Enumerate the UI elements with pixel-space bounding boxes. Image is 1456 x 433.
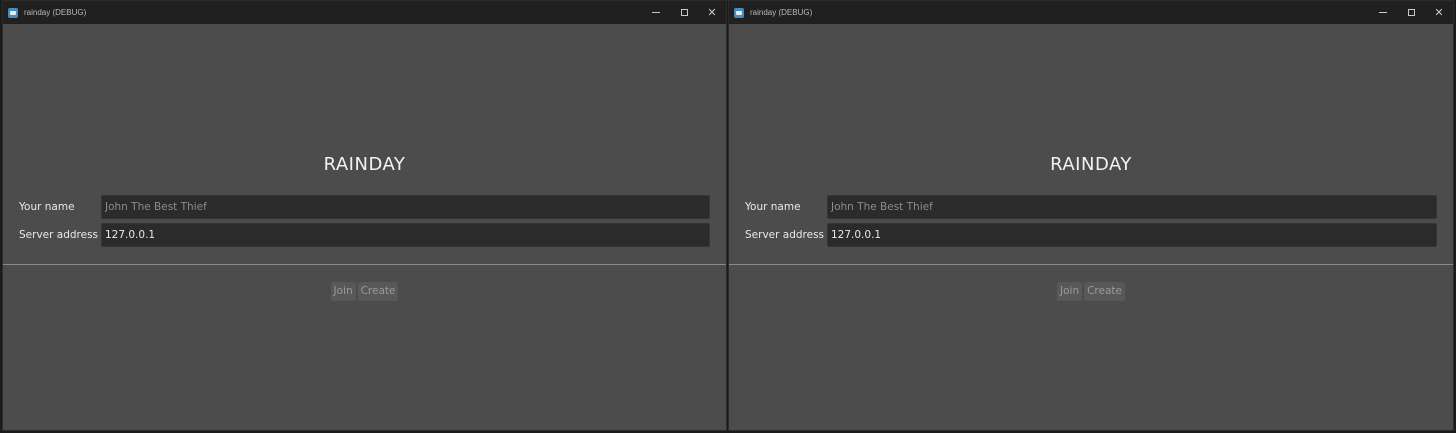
server-address-input[interactable] [101,223,710,247]
maximize-button[interactable] [1397,1,1425,24]
game-window-left: rainday (DEBUG) ✕ RAINDAY Your name Se [2,0,727,431]
window-title: rainday (DEBUG) [24,8,87,17]
separator [3,264,726,265]
name-row: Your name [745,195,1437,219]
separator [729,264,1453,265]
game-window-right: rainday (DEBUG) ✕ RAINDAY Your name Se [728,0,1454,431]
server-address-input[interactable] [827,223,1437,247]
desktop: rainday (DEBUG) ✕ RAINDAY Your name Se [0,0,1456,433]
godot-app-icon [734,7,744,18]
close-icon: ✕ [1434,6,1444,19]
game-title: RAINDAY [1050,154,1132,175]
name-label: Your name [745,201,801,213]
window-titlebar[interactable]: rainday (DEBUG) ✕ [729,1,1453,24]
window-controls: ✕ [1369,1,1453,24]
join-button[interactable]: Join [330,282,356,301]
maximize-button[interactable] [670,1,698,24]
minimize-icon [652,12,660,13]
join-button[interactable]: Join [1057,282,1083,301]
window-controls: ✕ [642,1,726,24]
game-title: RAINDAY [323,154,406,175]
minimize-button[interactable] [1369,1,1397,24]
close-button[interactable]: ✕ [1425,1,1453,24]
close-button[interactable]: ✕ [698,1,726,24]
name-label: Your name [19,201,75,213]
address-label: Server address [19,229,99,241]
godot-app-icon [8,7,18,18]
minimize-button[interactable] [642,1,670,24]
address-label: Server address [745,229,825,241]
address-row: Server address [19,223,710,247]
window-title: rainday (DEBUG) [750,8,813,17]
window-content: RAINDAY Your name Server address Join Cr… [729,24,1453,430]
close-icon: ✕ [707,6,717,19]
window-titlebar[interactable]: rainday (DEBUG) ✕ [3,1,726,24]
create-button[interactable]: Create [1084,282,1125,301]
maximize-icon [1407,9,1415,16]
window-content: RAINDAY Your name Server address Join Cr… [3,24,726,430]
address-row: Server address [745,223,1437,247]
create-button[interactable]: Create [357,282,399,301]
name-row: Your name [19,195,710,219]
maximize-icon [680,9,688,16]
name-input[interactable] [827,195,1437,219]
name-input[interactable] [101,195,710,219]
action-buttons: Join Create [729,282,1453,301]
action-buttons: Join Create [3,282,726,301]
minimize-icon [1379,12,1387,13]
